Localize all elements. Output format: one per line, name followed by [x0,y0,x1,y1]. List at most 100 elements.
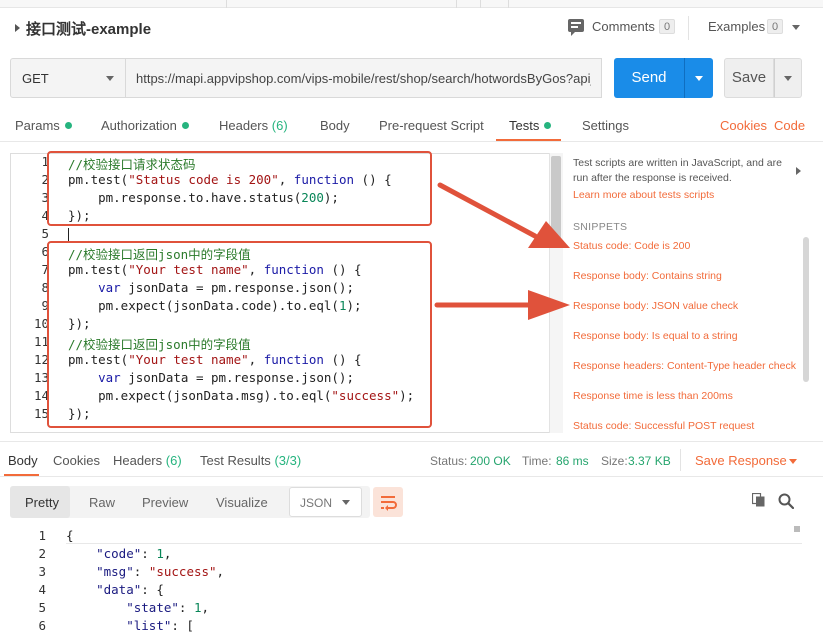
wrap-lines-button[interactable] [373,487,403,517]
chevron-down-icon [784,76,792,81]
chevron-down-icon[interactable] [789,459,797,464]
time-value: 86 ms [556,454,589,468]
line-number: 4 [38,582,46,597]
strip-divider [226,0,227,8]
search-icon[interactable] [778,493,794,509]
tab-settings[interactable]: Settings [582,118,629,133]
code-line: "msg": "success", [96,564,225,579]
line-number: 3 [41,190,49,205]
request-title[interactable]: 接口测试-example [26,18,151,39]
line-number: 2 [41,172,49,187]
line-number: 14 [33,388,49,403]
caret-right-icon[interactable] [15,24,20,32]
annotation-box-json-tests [47,241,432,428]
line-number: 7 [41,262,49,277]
time-label: Time: [522,454,552,468]
line-number: 11 [33,334,49,349]
snippet-equal-string[interactable]: Response body: Is equal to a string [573,330,738,342]
status-dot [544,122,552,129]
strip-divider [508,0,509,8]
divider [688,16,689,40]
save-response-button[interactable]: Save Response [695,453,787,468]
response-tab-headers[interactable]: Headers (6) [113,453,182,468]
send-button[interactable]: Send [614,58,684,98]
chevron-down-icon [695,76,703,81]
line-number: 9 [41,298,49,313]
response-divider [0,441,823,442]
code-line: "state": 1, [126,600,210,615]
code-line: "data": { [96,582,164,597]
tab-body[interactable]: Body [320,118,350,133]
send-dropdown-button[interactable] [684,58,713,98]
code-line: "code": 1, [96,546,172,561]
view-raw-button[interactable]: Raw [89,495,115,510]
examples-button[interactable]: Examples [708,19,765,34]
line-number: 1 [38,528,46,543]
text-cursor [68,228,69,242]
strip-divider [480,0,481,8]
view-preview-button[interactable]: Preview [142,495,188,510]
tab-pre-request-script[interactable]: Pre-request Script [379,118,484,133]
wrap-lines-icon [381,496,397,511]
line-number: 8 [41,280,49,295]
tab-headers[interactable]: Headers (6) [219,118,288,133]
line-number: 3 [38,564,46,579]
learn-more-link[interactable]: Learn more about tests scripts [573,189,714,201]
status-dot [181,122,189,129]
view-pretty-button[interactable]: Pretty [25,495,59,510]
line-number: 15 [33,406,49,421]
line-number: 10 [33,316,49,331]
cookies-link[interactable]: Cookies [720,118,767,133]
line-number: 5 [41,226,49,241]
copy-icon[interactable] [752,493,765,507]
chevron-down-icon[interactable] [792,25,800,30]
view-visualize-button[interactable]: Visualize [216,495,268,510]
save-button[interactable]: Save [724,58,774,98]
format-select[interactable]: JSON [289,487,362,517]
top-tab-strip [0,0,823,8]
snippet-json-value-check[interactable]: Response body: JSON value check [573,300,738,312]
method-select[interactable]: GET [10,58,126,98]
divider [680,449,681,471]
response-tab-test-results[interactable]: Test Results (3/3) [200,453,301,468]
status-dot [64,122,72,129]
response-tab-cookies[interactable]: Cookies [53,453,100,468]
line-number: 5 [38,600,46,615]
snippet-response-time[interactable]: Response time is less than 200ms [573,390,733,402]
response-tabs-divider [0,476,823,477]
examples-count-badge: 0 [767,19,784,34]
request-title-bar: 接口测试-example Comments 0 Examples 0 [0,8,823,48]
size-label: Size: [601,454,628,468]
response-tab-body[interactable]: Body [8,453,38,468]
line-number: 6 [38,618,46,633]
annotation-box-status-test [47,151,432,226]
code-link[interactable]: Code [774,118,805,133]
chevron-down-icon [106,76,114,81]
line-number: 12 [33,352,49,367]
line-number: 4 [41,208,49,223]
editor-scrollbar-thumb[interactable] [551,156,561,246]
current-line-highlight [66,543,802,544]
snippets-scrollbar[interactable] [803,237,809,382]
tab-tests[interactable]: Tests [509,118,552,133]
snippet-status-code-200[interactable]: Status code: Code is 200 [573,240,690,252]
snippet-contains-string[interactable]: Response body: Contains string [573,270,722,282]
chevron-right-icon[interactable] [796,167,801,175]
tabs-divider [0,141,823,142]
save-dropdown-button[interactable] [774,58,802,98]
line-number: 13 [33,370,49,385]
tab-params[interactable]: Params [15,118,72,133]
comments-icon[interactable] [568,19,584,36]
snippet-content-type-check[interactable]: Response headers: Content-Type header ch… [573,360,796,372]
line-number: 2 [38,546,46,561]
method-value: GET [22,71,49,86]
code-line: "list": [ [126,618,194,633]
snippet-successful-post[interactable]: Status code: Successful POST request [573,420,754,432]
url-input[interactable] [126,58,602,98]
chevron-down-icon [342,500,350,505]
response-scrollbar[interactable] [794,526,802,542]
comments-button[interactable]: Comments [592,19,655,34]
line-number: 6 [41,244,49,259]
size-value: 3.37 KB [628,454,671,468]
tab-authorization[interactable]: Authorization [101,118,189,133]
